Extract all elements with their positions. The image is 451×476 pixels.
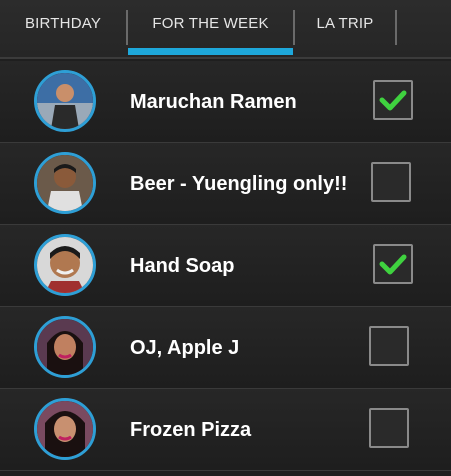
- list-item[interactable]: Maruchan Ramen: [0, 61, 451, 143]
- item-checkbox[interactable]: [369, 408, 409, 448]
- person-avatar-icon: [34, 152, 96, 214]
- item-label: Beer - Yuengling only!!: [130, 172, 348, 195]
- selected-tab-indicator: [128, 48, 293, 55]
- item-checkbox[interactable]: [373, 244, 413, 284]
- tab-overflow[interactable]: [397, 0, 451, 57]
- person-avatar-icon: [34, 398, 96, 460]
- tab-la-trip[interactable]: LA TRIP: [295, 0, 395, 57]
- person-avatar-icon: [34, 316, 96, 378]
- tab-label: LA TRIP: [316, 15, 374, 32]
- list-item[interactable]: Frozen Pizza: [0, 389, 451, 471]
- tab-bar: BIRTHDAY FOR THE WEEK LA TRIP: [0, 0, 451, 59]
- item-label: Maruchan Ramen: [130, 90, 297, 113]
- person-avatar-icon: [34, 234, 96, 296]
- tab-label: BIRTHDAY: [24, 15, 102, 32]
- tab-label: FOR THE WEEK: [152, 15, 269, 32]
- item-label: OJ, Apple J: [130, 336, 240, 359]
- person-avatar-icon: [34, 70, 96, 132]
- item-checkbox[interactable]: [373, 80, 413, 120]
- tab-birthday[interactable]: BIRTHDAY: [0, 0, 126, 57]
- item-label: Hand Soap: [130, 254, 235, 277]
- list-item[interactable]: OJ, Apple J: [0, 307, 451, 389]
- item-label: Frozen Pizza: [130, 418, 252, 441]
- list-item[interactable]: Hand Soap: [0, 225, 451, 307]
- item-checkbox[interactable]: [369, 326, 409, 366]
- checkmark-icon: [379, 90, 407, 111]
- list-item[interactable]: Beer - Yuengling only!!: [0, 143, 451, 225]
- checkmark-icon: [379, 254, 407, 275]
- item-checkbox[interactable]: [371, 162, 411, 202]
